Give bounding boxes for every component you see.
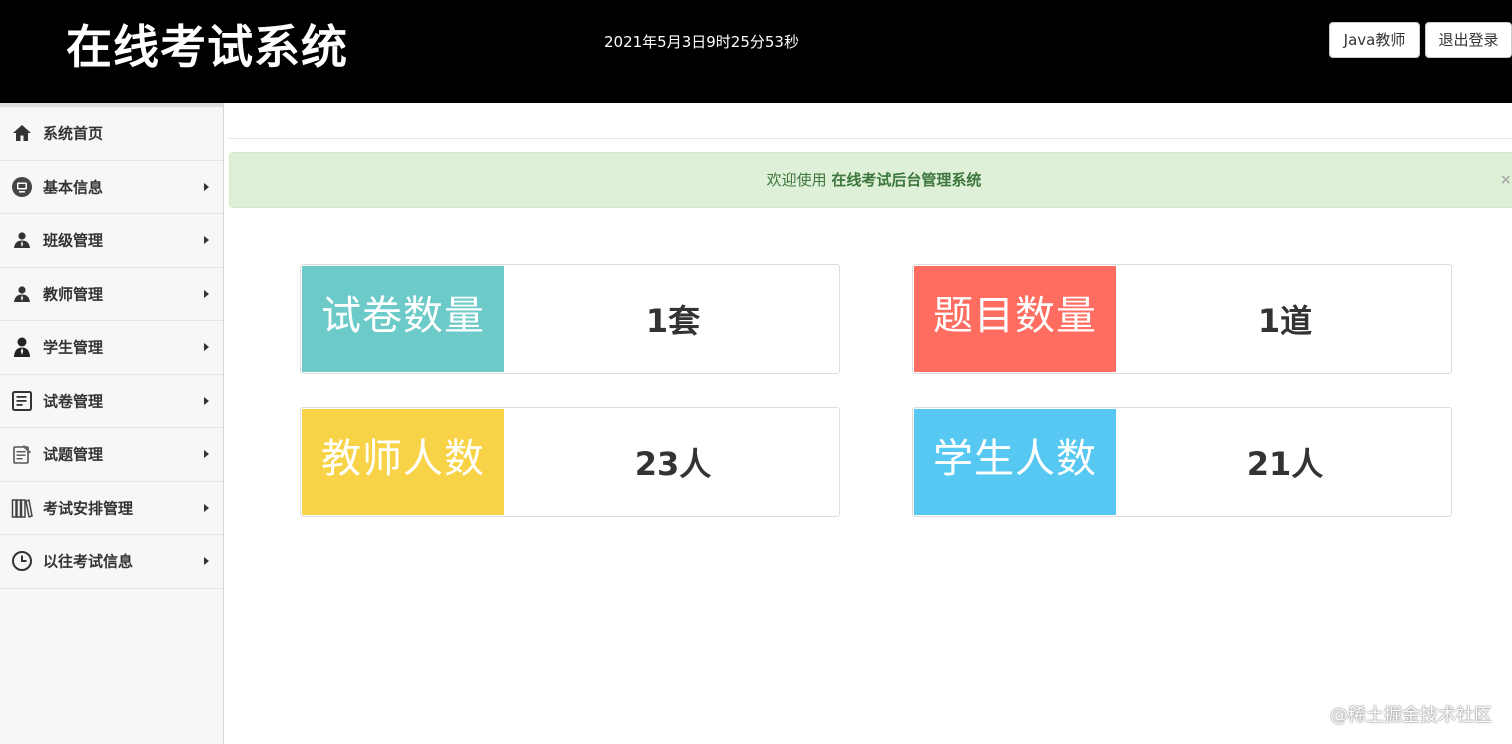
stat-value: 23人 [634,445,712,483]
stat-tile: 学生人数 [914,409,1116,515]
logout-button[interactable]: 退出登录 [1425,22,1512,58]
sidebar: 系统首页 基本信息 班级管理 教师管理 学生管理 试卷管理 试题管理 考试安排管… [0,103,224,744]
stat-tile: 教师人数 [302,409,504,515]
chevron-right-icon [204,450,209,459]
books-icon [11,497,33,519]
welcome-alert: 欢迎使用 在线考试后台管理系统 × [229,152,1512,208]
sidebar-item-label: 以往考试信息 [43,552,134,571]
stat-card-students: 学生人数 21人 [912,407,1452,517]
sidebar-item-label: 学生管理 [43,338,104,357]
chevron-right-icon [204,503,209,512]
document-icon [11,390,33,412]
stat-value: 21人 [1246,445,1324,483]
users-icon [11,229,33,251]
chevron-right-icon [204,343,209,352]
stat-label: 题目数量 [933,293,1097,339]
stat-label: 学生人数 [933,436,1097,482]
stat-value: 1道 [1257,302,1313,340]
sidebar-item-past-exams[interactable]: 以往考试信息 [0,535,223,589]
sidebar-item-label: 教师管理 [43,285,104,304]
sidebar-item-paper-management[interactable]: 试卷管理 [0,375,223,428]
sidebar-item-exam-schedule[interactable]: 考试安排管理 [0,482,223,535]
user-icon [11,336,33,358]
chevron-right-icon [204,289,209,298]
top-header: 在线考试系统 2021年5月3日9时25分53秒 Java教师 退出登录 [0,0,1512,103]
watermark: @稀土掘金技术社区 [1330,705,1492,726]
stat-card-teachers: 教师人数 23人 [300,407,840,517]
stat-label: 教师人数 [321,436,485,482]
stat-tile: 题目数量 [914,266,1116,372]
stat-card-papers: 试卷数量 1套 [300,264,840,374]
sidebar-item-teacher-management[interactable]: 教师管理 [0,268,223,321]
chevron-right-icon [204,557,209,566]
alert-system-name: 在线考试后台管理系统 [831,171,982,189]
sidebar-item-class-management[interactable]: 班级管理 [0,214,223,268]
stat-label: 试卷数量 [321,293,485,339]
content-divider [228,138,1512,139]
sidebar-item-basic-info[interactable]: 基本信息 [0,161,223,214]
chevron-right-icon [204,396,209,405]
stat-tile: 试卷数量 [302,266,504,372]
site-logo: 在线考试系统 [66,20,348,74]
sidebar-item-student-management[interactable]: 学生管理 [0,321,223,375]
current-datetime: 2021年5月3日9时25分53秒 [604,33,799,51]
user-button[interactable]: Java教师 [1329,22,1420,58]
sidebar-item-label: 基本信息 [43,178,104,197]
sidebar-item-label: 试卷管理 [43,392,104,411]
close-icon[interactable]: × [1500,153,1512,207]
edit-icon [11,443,33,465]
clock-icon [11,550,33,572]
stat-card-questions: 题目数量 1道 [912,264,1452,374]
home-icon [11,122,33,144]
sidebar-item-label: 试题管理 [43,445,104,464]
sidebar-item-label: 班级管理 [43,231,104,250]
alert-text: 欢迎使用 [766,171,827,189]
stat-value: 1套 [645,302,701,340]
sidebar-item-label: 考试安排管理 [43,499,134,518]
chevron-right-icon [204,182,209,191]
users-icon [11,283,33,305]
sidebar-item-label: 系统首页 [43,124,104,143]
chevron-right-icon [204,236,209,245]
sidebar-item-home[interactable]: 系统首页 [0,107,223,161]
sidebar-item-question-management[interactable]: 试题管理 [0,428,223,482]
monitor-icon [11,176,33,198]
